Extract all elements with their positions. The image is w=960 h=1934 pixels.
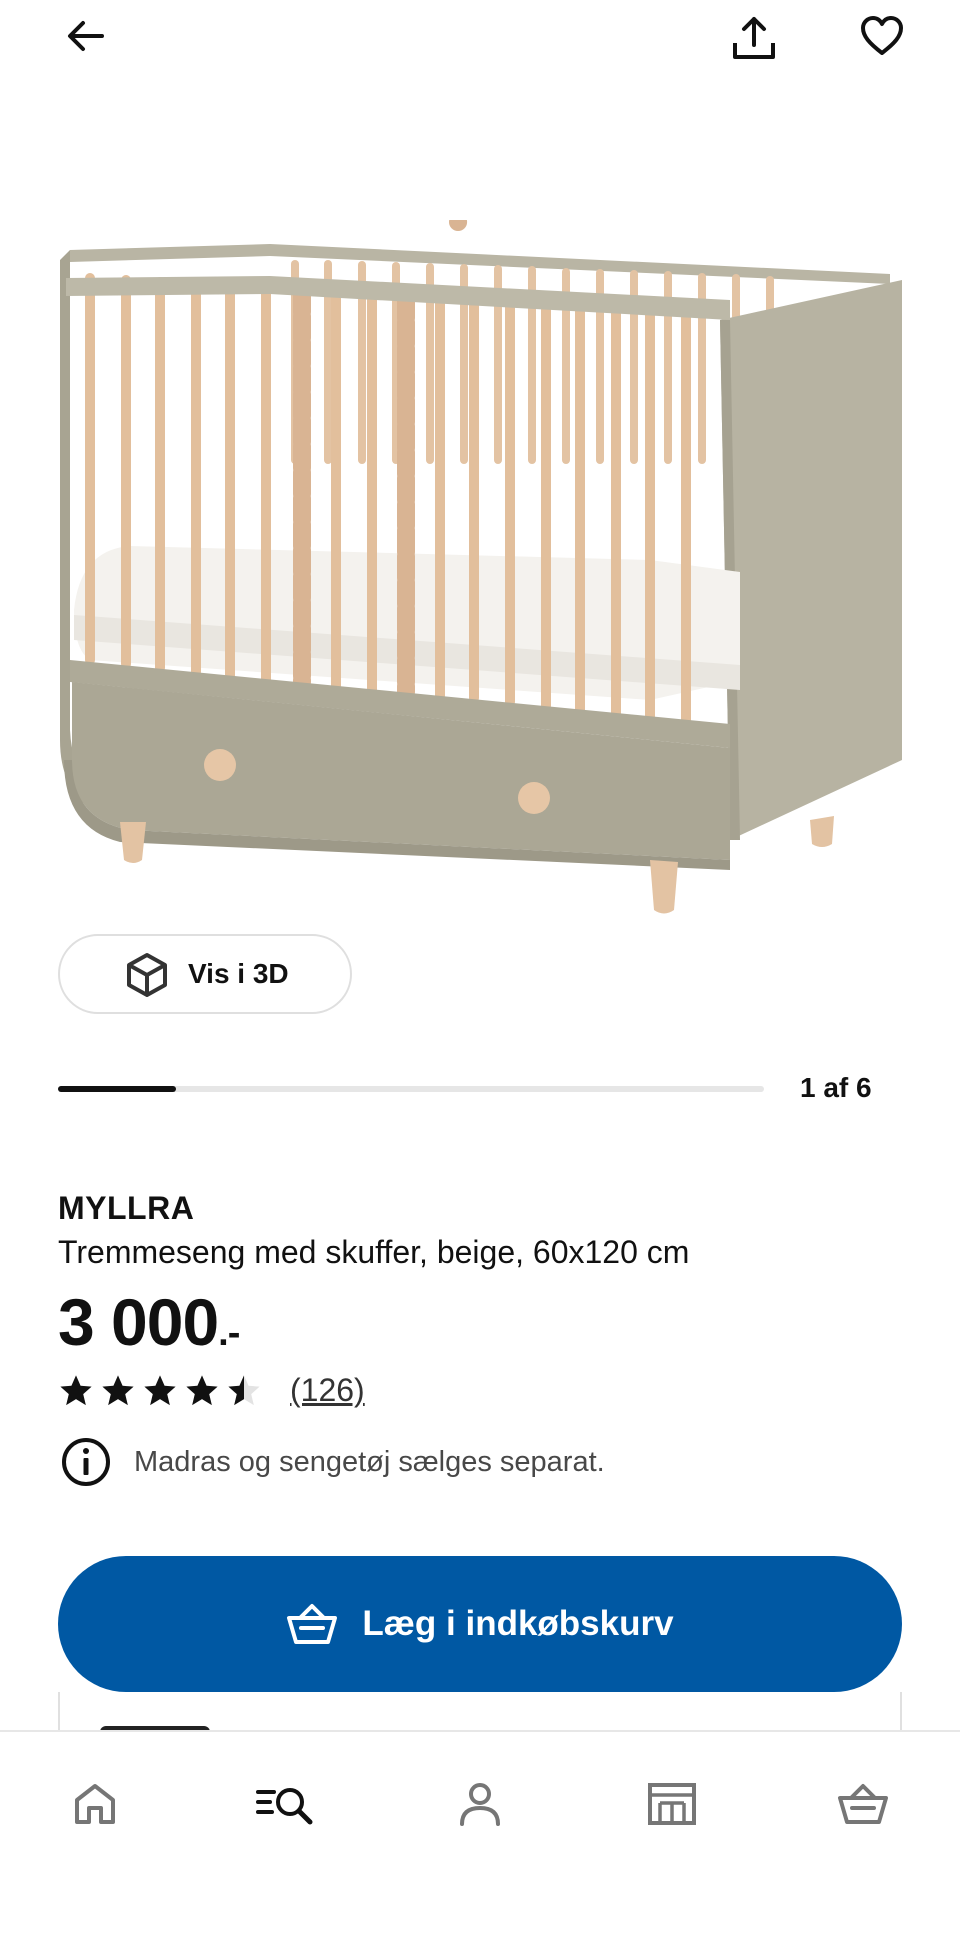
tab-store[interactable]: [632, 1764, 712, 1844]
profile-icon: [460, 1783, 500, 1826]
store-icon: [648, 1783, 696, 1825]
info-note-text: Madras og sengetøj sælges separat.: [134, 1445, 605, 1478]
star-full-icon: [60, 1374, 92, 1405]
product-name: MYLLRA: [58, 1190, 195, 1226]
star-full-icon: [186, 1374, 218, 1405]
section-peek: [58, 1692, 902, 1734]
heart-icon: [861, 16, 903, 55]
tab-basket[interactable]: [823, 1764, 903, 1844]
rating-row[interactable]: (126): [58, 1372, 365, 1409]
tab-home[interactable]: [55, 1764, 135, 1844]
gallery-progress-fill: [58, 1086, 176, 1092]
price-main: 3 000: [58, 1285, 219, 1359]
crib-illustration: [60, 213, 902, 914]
gallery-progress: [58, 1086, 764, 1092]
search-icon: [256, 1788, 313, 1825]
add-to-cart-label: Læg i indkøbskurv: [362, 1604, 674, 1643]
arrow-left-icon: [68, 21, 104, 51]
cube-icon: [127, 953, 167, 997]
product-price: 3 000.-: [58, 1284, 240, 1360]
price-suffix: .-: [218, 1312, 240, 1354]
basket-icon: [287, 1604, 338, 1644]
star-half-icon: [228, 1374, 260, 1405]
back-button[interactable]: [54, 4, 118, 68]
top-bar: [0, 0, 960, 80]
tab-profile[interactable]: [440, 1764, 520, 1844]
add-to-cart-button[interactable]: Læg i indkøbskurv: [58, 1556, 902, 1692]
product-description: Tremmeseng med skuffer, beige, 60x120 cm: [58, 1234, 690, 1270]
bottom-tab-bar: [0, 1730, 960, 1934]
favourite-button[interactable]: [850, 4, 914, 68]
star-full-icon: [102, 1374, 134, 1405]
review-count-link[interactable]: (126): [290, 1372, 365, 1409]
gallery-counter: 1 af 6: [800, 1072, 872, 1103]
view-3d-label: Vis i 3D: [188, 958, 289, 989]
product-image[interactable]: [50, 213, 910, 940]
share-icon: [733, 17, 775, 59]
star-full-icon: [144, 1374, 176, 1405]
info-note: Madras og sengetøj sælges separat.: [60, 1436, 605, 1488]
home-icon: [75, 1784, 115, 1824]
info-icon: [62, 1438, 110, 1486]
tab-search[interactable]: [245, 1764, 325, 1844]
share-button[interactable]: [722, 6, 786, 70]
basket-icon: [838, 1784, 888, 1824]
view-3d-button[interactable]: Vis i 3D: [58, 934, 352, 1014]
star-rating: [58, 1373, 262, 1409]
